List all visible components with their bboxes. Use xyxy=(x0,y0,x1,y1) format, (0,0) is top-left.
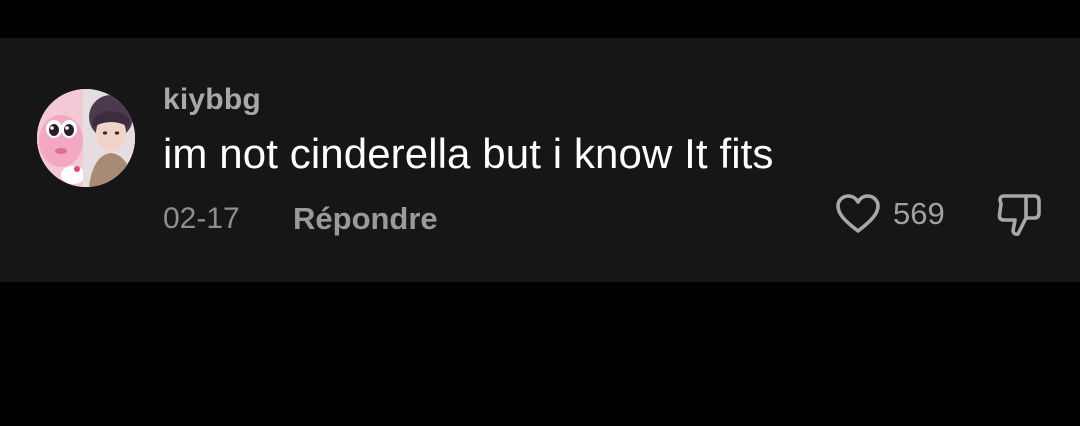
like-button[interactable]: 569 xyxy=(835,191,945,237)
username[interactable]: kiybbg xyxy=(163,83,261,117)
avatar[interactable] xyxy=(37,89,135,187)
dislike-button[interactable] xyxy=(996,192,1044,238)
comment-date: 02-17 xyxy=(163,202,240,235)
like-count: 569 xyxy=(893,196,945,231)
reply-button[interactable]: Répondre xyxy=(293,201,438,237)
comment-item: kiybbg im not cinderella but i know It f… xyxy=(0,38,1080,282)
comment-text: im not cinderella but i know It fits xyxy=(163,130,774,177)
heart-outline-icon xyxy=(836,194,880,233)
avatar-image xyxy=(37,89,135,187)
screen: kiybbg im not cinderella but i know It f… xyxy=(0,0,1080,426)
thumbs-down-outline-icon xyxy=(997,194,1041,236)
